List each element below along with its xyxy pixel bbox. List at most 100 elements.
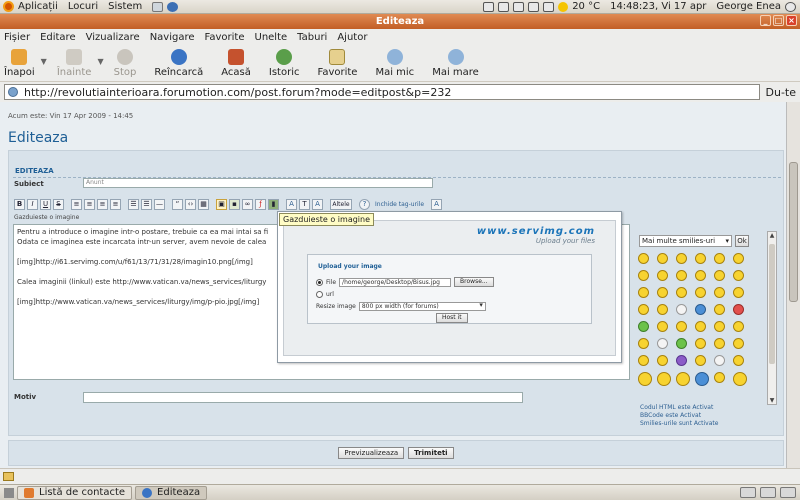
task-contact-list[interactable]: Listă de contacte xyxy=(17,485,133,500)
bored-icon[interactable] xyxy=(733,321,744,332)
workspace-1-icon[interactable] xyxy=(740,487,756,498)
page-scroll-thumb[interactable] xyxy=(789,162,798,302)
happy-icon[interactable] xyxy=(657,270,668,281)
pirate-icon[interactable] xyxy=(714,321,725,332)
smilies-scroll-thumb[interactable] xyxy=(769,244,775,364)
sun-icon[interactable] xyxy=(733,372,747,386)
heart-icon[interactable] xyxy=(733,304,744,315)
go-button[interactable]: Du-te xyxy=(766,86,797,99)
menu-bookmarks[interactable]: Favorite xyxy=(205,32,245,43)
video-icon[interactable]: ▮ xyxy=(268,198,279,210)
mail-launcher-icon[interactable] xyxy=(152,1,164,12)
window-title-bar[interactable]: Editeaza _ □ × xyxy=(0,14,800,29)
star-icon[interactable] xyxy=(695,304,706,315)
mail-notify-icon[interactable] xyxy=(513,1,525,12)
underline-button[interactable]: U xyxy=(40,198,51,210)
html-status-link[interactable]: Codul HTML este Activat xyxy=(640,404,718,412)
ninja-icon[interactable] xyxy=(695,321,706,332)
font-color-icon[interactable]: A xyxy=(312,198,323,210)
menu-help[interactable]: Ajutor xyxy=(337,32,367,43)
trash-icon[interactable] xyxy=(780,487,796,498)
drool-icon[interactable] xyxy=(695,355,706,366)
scroll-up-icon[interactable]: ▲ xyxy=(768,232,776,239)
sick-icon[interactable] xyxy=(657,321,668,332)
subject-input[interactable]: Anunt xyxy=(83,178,433,188)
close-button[interactable]: × xyxy=(786,15,797,26)
network-icon[interactable] xyxy=(483,1,495,12)
zoom-in-button[interactable]: Mai mare xyxy=(432,49,479,78)
help-icon[interactable]: ? xyxy=(359,198,370,210)
toggle-editor-icon[interactable]: A xyxy=(431,198,443,210)
clown-icon[interactable] xyxy=(638,338,649,349)
ubuntu-logo-icon[interactable] xyxy=(3,1,14,12)
snore-icon[interactable] xyxy=(695,372,709,386)
forward-button[interactable]: Înainte xyxy=(57,49,91,78)
study-icon[interactable] xyxy=(695,338,706,349)
thinking-icon[interactable] xyxy=(714,304,725,315)
italic-button[interactable]: I xyxy=(27,198,38,210)
cheers-icon[interactable] xyxy=(638,355,649,366)
close-tags-link[interactable]: Inchide tag-urile xyxy=(375,201,424,208)
show-desktop-icon[interactable] xyxy=(4,487,14,498)
numbered-list-icon[interactable]: ☰ xyxy=(141,198,152,210)
stop-button[interactable]: Stop xyxy=(114,49,136,78)
font-size-icon[interactable]: T xyxy=(299,198,310,210)
flash-icon[interactable]: ƒ xyxy=(255,198,266,210)
cool-icon[interactable] xyxy=(733,253,744,264)
panel-menu-places[interactable]: Locuri xyxy=(68,1,98,12)
motiv-input[interactable] xyxy=(83,392,523,403)
reload-button[interactable]: Reîncarcă xyxy=(154,49,203,78)
stop-sign-icon[interactable] xyxy=(714,355,725,366)
align-justify-icon[interactable]: ≡ xyxy=(110,198,121,210)
sleepy-icon[interactable] xyxy=(657,304,668,315)
hr-icon[interactable]: — xyxy=(154,198,165,210)
jump-icon[interactable] xyxy=(676,372,690,386)
zoom-out-button[interactable]: Mai mic xyxy=(375,49,414,78)
menu-edit[interactable]: Editare xyxy=(40,32,76,43)
status-folder-icon[interactable] xyxy=(3,472,14,481)
weather-sun-icon[interactable] xyxy=(558,1,569,12)
resize-select[interactable]: 800 px width (for forums) xyxy=(358,302,486,311)
other-button[interactable]: Altele xyxy=(330,198,352,210)
silly-icon[interactable] xyxy=(657,287,668,298)
back-button[interactable]: Înapoi xyxy=(4,49,35,78)
rolleyes-icon[interactable] xyxy=(714,270,725,281)
list-icon[interactable]: ☰ xyxy=(128,198,139,210)
alien-icon[interactable] xyxy=(638,321,649,332)
hugs-icon[interactable] xyxy=(676,321,687,332)
menu-view[interactable]: Vizualizare xyxy=(86,32,140,43)
wink-icon[interactable] xyxy=(676,253,687,264)
home-button[interactable]: Acasă xyxy=(221,49,251,78)
minimize-button[interactable]: _ xyxy=(760,15,771,26)
panel-menu-applications[interactable]: Aplicații xyxy=(18,1,58,12)
confused-icon[interactable] xyxy=(676,287,687,298)
link-icon[interactable]: ∞ xyxy=(242,198,253,210)
preview-button[interactable]: Previzualizeaza xyxy=(338,447,405,459)
love-icon[interactable] xyxy=(733,287,744,298)
sad-icon[interactable] xyxy=(714,253,725,264)
url-input[interactable]: http://revolutiainterioara.forumotion.co… xyxy=(4,84,760,100)
devil-icon[interactable] xyxy=(676,355,687,366)
skull-icon[interactable] xyxy=(657,338,668,349)
image-icon[interactable]: ▪ xyxy=(229,198,240,210)
back-history-dropdown-icon[interactable]: ▼ xyxy=(41,57,47,66)
align-center-icon[interactable]: ≡ xyxy=(84,198,95,210)
wave-icon[interactable] xyxy=(733,355,744,366)
smilies-scrollbar[interactable]: ▲ ▼ xyxy=(767,231,777,405)
scared-icon[interactable] xyxy=(714,287,725,298)
align-left-icon[interactable]: ≡ xyxy=(71,198,82,210)
menu-tabs[interactable]: Taburi xyxy=(297,32,327,43)
file-radio[interactable] xyxy=(316,278,323,286)
task-editeaza[interactable]: Editeaza xyxy=(135,485,208,500)
bbcode-status-link[interactable]: BBCode este Activat xyxy=(640,412,718,420)
browse-button[interactable]: Browse... xyxy=(454,277,494,287)
cry-icon[interactable] xyxy=(695,270,706,281)
clock[interactable]: 14:48:23, Vi 17 apr xyxy=(610,1,706,12)
strike-button[interactable]: S xyxy=(53,198,64,210)
font-icon[interactable]: A xyxy=(286,198,297,210)
bookmarks-button[interactable]: Favorite xyxy=(317,49,357,78)
power-icon[interactable] xyxy=(785,1,796,12)
panel-menu-system[interactable]: Sistem xyxy=(108,1,142,12)
scroll-down-icon[interactable]: ▼ xyxy=(768,397,776,404)
santa-icon[interactable] xyxy=(657,355,668,366)
